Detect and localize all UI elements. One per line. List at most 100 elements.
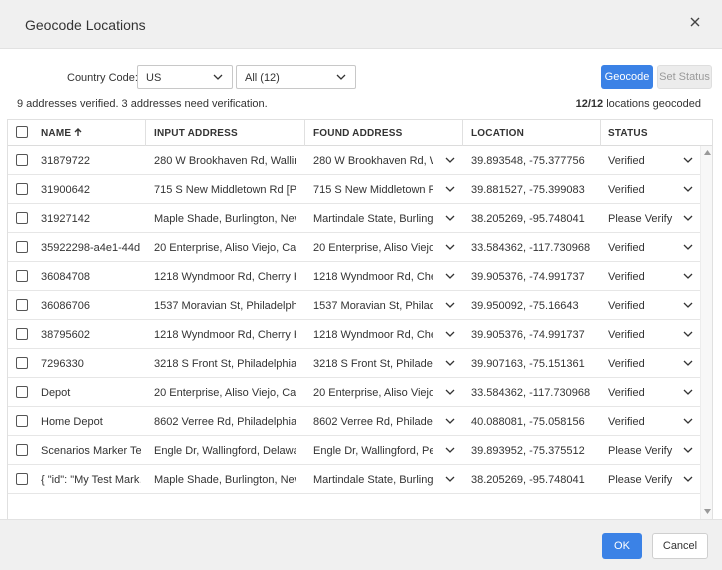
found-address-select[interactable]: 715 S New Middletown Rd, [313,184,433,196]
table-row[interactable]: Depot 20 Enterprise, Aliso Viejo, Califor… [8,378,700,407]
ok-button[interactable]: OK [602,533,642,559]
vertical-scrollbar[interactable] [700,146,712,519]
chevron-down-icon[interactable] [683,417,693,425]
cancel-button[interactable]: Cancel [652,533,708,559]
chevron-down-icon[interactable] [445,417,455,425]
status-select[interactable]: Please Verify [608,445,678,457]
status-select[interactable]: Verified [608,329,678,341]
found-address-select[interactable]: 1218 Wyndmoor Rd, Cherry [313,329,433,341]
cell-name: Scenarios Marker Test [41,445,141,457]
row-checkbox[interactable] [16,299,28,311]
cell-location: 40.088081, -75.058156 [471,416,585,428]
row-checkbox[interactable] [16,473,28,485]
row-checkbox[interactable] [16,241,28,253]
chevron-down-icon[interactable] [445,301,455,309]
chevron-down-icon[interactable] [683,156,693,164]
column-header-found-address[interactable]: FOUND ADDRESS [313,128,402,139]
found-address-select[interactable]: Martindale State, Burlington [313,474,433,486]
geocoded-summary: 12/12 locations geocoded [576,98,701,110]
scroll-down-icon[interactable] [704,509,711,514]
found-address-select[interactable]: 20 Enterprise, Aliso Viejo, C [313,242,433,254]
scope-select[interactable]: All (12) [236,65,356,89]
chevron-down-icon[interactable] [445,330,455,338]
status-select[interactable]: Please Verify [608,213,678,225]
column-header-name[interactable]: NAME [41,128,82,139]
row-checkbox[interactable] [16,212,28,224]
chevron-down-icon[interactable] [445,214,455,222]
scroll-up-icon[interactable] [704,150,711,155]
chevron-down-icon[interactable] [683,301,693,309]
table-row[interactable]: 36086706 1537 Moravian St, Philadelphia, … [8,291,700,320]
row-checkbox[interactable] [16,328,28,340]
table-row[interactable]: Scenarios Marker Test Engle Dr, Wallingfo… [8,436,700,465]
column-header-location[interactable]: LOCATION [471,128,524,139]
table-row[interactable]: 36084708 1218 Wyndmoor Rd, Cherry Hill, 12… [8,262,700,291]
row-checkbox[interactable] [16,270,28,282]
chevron-down-icon[interactable] [683,330,693,338]
status-select[interactable]: Verified [608,242,678,254]
column-divider[interactable] [462,120,463,146]
close-icon[interactable] [688,15,702,29]
found-address-select[interactable]: 3218 S Front St, Philadelphi [313,358,433,370]
chevron-down-icon[interactable] [683,214,693,222]
chevron-down-icon[interactable] [445,388,455,396]
table-row[interactable]: { "id": "My Test Mark… Maple Shade, Burli… [8,465,700,494]
column-header-status[interactable]: STATUS [608,128,648,139]
status-select[interactable]: Verified [608,387,678,399]
found-address-select[interactable]: 8602 Verree Rd, Philadelphi [313,416,433,428]
status-select[interactable]: Verified [608,184,678,196]
column-divider[interactable] [304,120,305,146]
chevron-down-icon[interactable] [445,156,455,164]
chevron-down-icon[interactable] [683,185,693,193]
found-address-select[interactable]: 1218 Wyndmoor Rd, Cherry [313,271,433,283]
found-address-select[interactable]: 1537 Moravian St, Philadelp [313,300,433,312]
cell-location: 38.205269, -95.748041 [471,474,585,486]
found-address-select[interactable]: Martindale State, Burlington [313,213,433,225]
chevron-down-icon[interactable] [683,243,693,251]
chevron-down-icon[interactable] [445,359,455,367]
table-row[interactable]: 7296330 3218 S Front St, Philadelphia, Pe… [8,349,700,378]
row-checkbox[interactable] [16,444,28,456]
table-row[interactable]: 31927142 Maple Shade, Burlington, New Je M… [8,204,700,233]
set-status-button[interactable]: Set Status [657,65,712,89]
column-divider[interactable] [600,120,601,146]
found-address-select[interactable]: Engle Dr, Wallingford, Penns [313,445,433,457]
chevron-down-icon[interactable] [683,359,693,367]
country-code-select[interactable]: US [137,65,233,89]
geocoded-suffix: locations geocoded [606,98,701,110]
row-checkbox[interactable] [16,154,28,166]
chevron-down-icon[interactable] [445,272,455,280]
row-checkbox[interactable] [16,386,28,398]
found-address-select[interactable]: 20 Enterprise, Aliso Viejo, C [313,387,433,399]
chevron-down-icon[interactable] [683,272,693,280]
column-divider[interactable] [145,120,146,146]
column-header-input-address[interactable]: INPUT ADDRESS [154,128,238,139]
chevron-down-icon[interactable] [445,243,455,251]
chevron-down-icon[interactable] [445,475,455,483]
table-row[interactable]: 31879722 280 W Brookhaven Rd, Wallingfo 28… [8,146,700,175]
row-checkbox[interactable] [16,357,28,369]
status-select[interactable]: Verified [608,155,678,167]
table-row[interactable]: 38795602 1218 Wyndmoor Rd, Cherry Hill, 12… [8,320,700,349]
chevron-down-icon[interactable] [445,185,455,193]
status-select[interactable]: Verified [608,358,678,370]
status-select[interactable]: Verified [608,300,678,312]
status-select[interactable]: Please Verify [608,474,678,486]
chevron-down-icon[interactable] [683,388,693,396]
found-address-select[interactable]: 280 W Brookhaven Rd, Wall [313,155,433,167]
row-checkbox[interactable] [16,415,28,427]
geocode-button[interactable]: Geocode [601,65,653,89]
country-code-value: US [146,72,162,84]
select-all-checkbox[interactable] [16,126,28,138]
table-row[interactable]: Home Depot 8602 Verree Rd, Philadelphia, … [8,407,700,436]
chevron-down-icon[interactable] [445,446,455,454]
status-select[interactable]: Verified [608,416,678,428]
chevron-down-icon[interactable] [683,475,693,483]
cell-location: 39.893548, -75.377756 [471,155,585,167]
status-select[interactable]: Verified [608,271,678,283]
row-checkbox[interactable] [16,183,28,195]
table-row[interactable]: 35922298-a4e1-44d… 20 Enterprise, Aliso V… [8,233,700,262]
cell-location: 33.584362, -117.730968 [471,242,591,254]
chevron-down-icon[interactable] [683,446,693,454]
table-row[interactable]: 31900642 715 S New Middletown Rd [Pa-35 71… [8,175,700,204]
